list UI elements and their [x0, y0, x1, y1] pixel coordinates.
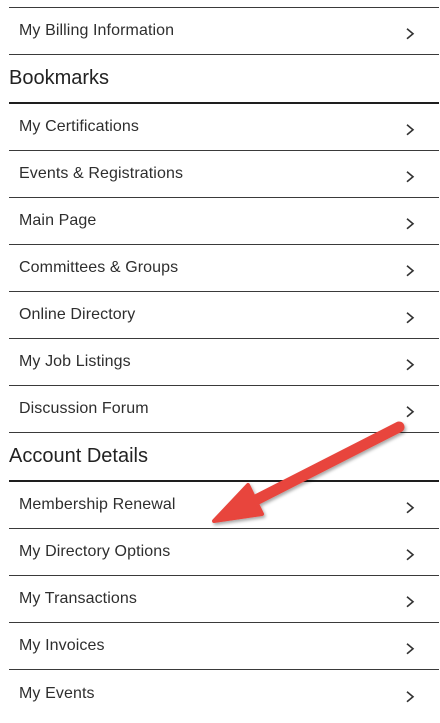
- chevron-right-icon: [406, 171, 415, 183]
- menu-item-label: My Billing Information: [19, 22, 175, 39]
- menu-item-label: Events & Registrations: [19, 165, 184, 182]
- menu-item-main-page[interactable]: Main Page: [9, 198, 439, 245]
- chevron-right-icon: [406, 28, 415, 40]
- menu-item-my-transactions[interactable]: My Transactions: [9, 576, 439, 623]
- section-header-bookmarks: Bookmarks: [9, 55, 439, 104]
- menu-item-label: My Transactions: [19, 590, 137, 607]
- menu-item-my-events[interactable]: My Events: [9, 670, 439, 717]
- menu-item-label: My Directory Options: [19, 543, 171, 560]
- menu-item-label: My Job Listings: [19, 353, 131, 370]
- menu-item-label: Committees & Groups: [19, 259, 179, 276]
- chevron-right-icon: [406, 406, 415, 418]
- menu-item-membership-renewal[interactable]: Membership Renewal: [9, 482, 439, 529]
- menu-item-label: Membership Renewal: [19, 496, 176, 513]
- menu-item-label: My Certifications: [19, 118, 139, 135]
- chevron-right-icon: [406, 265, 415, 277]
- menu-item-my-directory-options[interactable]: My Directory Options: [9, 529, 439, 576]
- menu-item-my-invoices[interactable]: My Invoices: [9, 623, 439, 670]
- menu-item-label: Main Page: [19, 212, 97, 229]
- chevron-right-icon: [406, 502, 415, 514]
- chevron-right-icon: [406, 596, 415, 608]
- menu-item-label: My Invoices: [19, 637, 105, 654]
- menu-item-my-job-listings[interactable]: My Job Listings: [9, 339, 439, 386]
- chevron-right-icon: [406, 549, 415, 561]
- section-title: Account Details: [9, 444, 148, 467]
- menu-item-online-directory[interactable]: Online Directory: [9, 292, 439, 339]
- section-header-account-details: Account Details: [9, 433, 439, 482]
- chevron-right-icon: [406, 643, 415, 655]
- menu-item-label: My Events: [19, 684, 95, 702]
- chevron-right-icon: [406, 690, 415, 702]
- menu-item-discussion-forum[interactable]: Discussion Forum: [9, 386, 439, 433]
- chevron-right-icon: [406, 124, 415, 136]
- menu-item-my-certifications[interactable]: My Certifications: [9, 104, 439, 151]
- account-menu: My Billing Information Bookmarks My Cert…: [9, 0, 439, 717]
- menu-item-events-registrations[interactable]: Events & Registrations: [9, 151, 439, 198]
- menu-item-label: Online Directory: [19, 306, 136, 323]
- menu-item-label: Discussion Forum: [19, 400, 149, 417]
- chevron-right-icon: [406, 218, 415, 230]
- chevron-right-icon: [406, 359, 415, 371]
- chevron-right-icon: [406, 312, 415, 324]
- section-title: Bookmarks: [9, 66, 110, 89]
- menu-item-my-billing-information[interactable]: My Billing Information: [9, 8, 439, 55]
- menu-item-committees-groups[interactable]: Committees & Groups: [9, 245, 439, 292]
